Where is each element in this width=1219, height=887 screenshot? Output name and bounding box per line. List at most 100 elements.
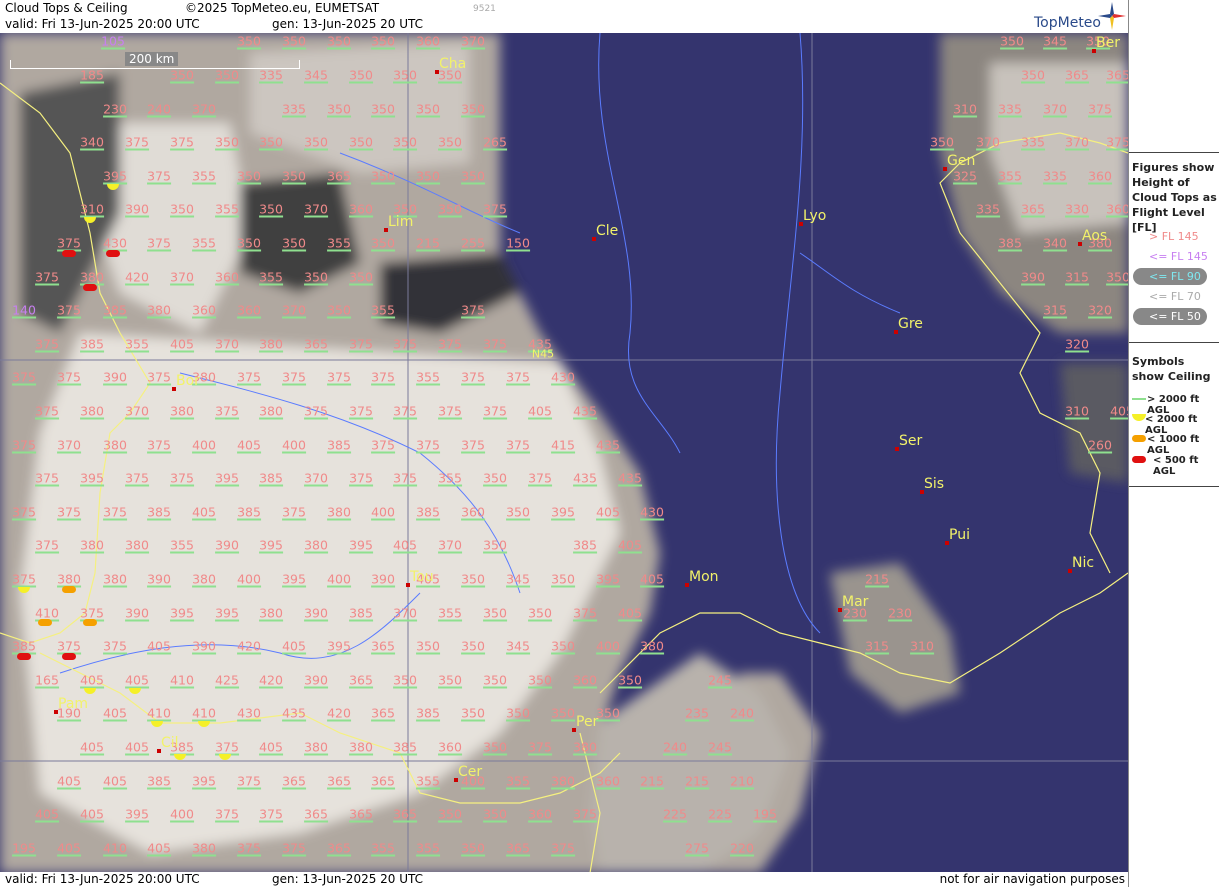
flight-level-label: 370 <box>170 269 194 286</box>
flight-level-label: 405 <box>282 638 306 655</box>
flight-level-label: 360 <box>1088 168 1112 185</box>
flight-level-label: 375 <box>35 269 59 286</box>
flight-level-label: 215 <box>685 773 709 790</box>
flight-level-label: 370 <box>304 201 328 218</box>
flight-level-label: 360 <box>528 806 552 823</box>
flight-level-label: 350 <box>327 101 351 118</box>
flight-level-label: 350 <box>438 134 462 151</box>
flight-level-label: 225 <box>663 806 687 823</box>
flight-level-label: 345 <box>304 67 328 84</box>
flight-level-label: 370 <box>215 336 239 353</box>
legend-divider <box>1129 342 1219 343</box>
flight-level-label: 405 <box>618 537 642 554</box>
ceiling-orange-icon <box>62 586 76 593</box>
footer-bar: valid: Fri 13-Jun-2025 20:00 UTC gen: 13… <box>0 872 1128 887</box>
flight-level-label: 375 <box>237 773 261 790</box>
flight-level-label: 315 <box>865 638 889 655</box>
flight-level-label: 375 <box>349 336 373 353</box>
city-label: Lyo <box>803 208 827 224</box>
flight-level-label: 435 <box>596 437 620 454</box>
flight-level-label: 365 <box>327 773 351 790</box>
city-label: Cil <box>161 735 179 751</box>
legend-level-5: <= FL 50 <box>1149 310 1201 323</box>
flight-level-label: 350 <box>461 840 485 857</box>
flight-level-label: 350 <box>282 33 306 50</box>
legend-panel: Figures show Height of Cloud Tops as Fli… <box>1128 0 1219 887</box>
flight-level-label: 310 <box>1065 403 1089 420</box>
flight-level-label: 395 <box>282 571 306 588</box>
flight-level-label: 390 <box>147 571 171 588</box>
gen-time: gen: 13-Jun-2025 20 UTC <box>272 17 424 31</box>
legend-level-4: <= FL 70 <box>1149 290 1201 303</box>
flight-level-label: 435 <box>573 470 597 487</box>
flight-level-label: 370 <box>438 537 462 554</box>
flight-level-label: 355 <box>259 269 283 286</box>
city-label: Cle <box>596 223 619 239</box>
ceiling-yellow-icon <box>151 721 163 727</box>
flight-level-label: 320 <box>1065 336 1089 353</box>
flight-level-label: 375 <box>125 134 149 151</box>
flight-level-label: 350 <box>461 168 485 185</box>
flight-level-label: 380 <box>80 403 104 420</box>
city-label: Tou <box>410 569 434 585</box>
flight-level-label: 375 <box>237 840 261 857</box>
flight-level-label: 375 <box>438 403 462 420</box>
legend-level-2: <= FL 145 <box>1149 250 1208 263</box>
flight-level-label: 105 <box>101 33 125 50</box>
flight-level-label: 355 <box>416 840 440 857</box>
flight-level-label: 410 <box>170 672 194 689</box>
flight-level-label: 375 <box>170 470 194 487</box>
footer-gen-time: gen: 13-Jun-2025 20 UTC <box>272 872 424 886</box>
flight-level-label: 375 <box>12 504 36 521</box>
flight-level-label: 380 <box>640 638 664 655</box>
flight-level-label: 360 <box>596 773 620 790</box>
flight-level-label: 380 <box>304 537 328 554</box>
ceiling-orange-icon <box>1132 435 1146 442</box>
flight-level-label: 375 <box>349 403 373 420</box>
flight-level-label: 340 <box>1043 235 1067 252</box>
flight-level-label: 375 <box>12 437 36 454</box>
city-label: Bor <box>176 373 200 389</box>
flight-level-label: 425 <box>215 672 239 689</box>
flight-level-label: 430 <box>640 504 664 521</box>
flight-level-label: 385 <box>103 302 127 319</box>
flight-level-label: 255 <box>461 235 485 252</box>
valid-time: valid: Fri 13-Jun-2025 20:00 UTC <box>5 17 200 31</box>
flight-level-label: 395 <box>192 773 216 790</box>
flight-level-label: 355 <box>416 773 440 790</box>
flight-level-label: 350 <box>282 168 306 185</box>
flight-level-label: 385 <box>416 504 440 521</box>
flight-level-label: 230 <box>103 101 127 118</box>
flight-level-label: 375 <box>215 806 239 823</box>
flight-level-label: 350 <box>528 605 552 622</box>
city-label: Pui <box>949 527 970 543</box>
flight-level-label: 435 <box>618 470 642 487</box>
legend-divider <box>1129 152 1219 153</box>
flight-level-label: 375 <box>483 201 507 218</box>
flight-level-label: 395 <box>327 638 351 655</box>
flight-level-label: 375 <box>57 302 81 319</box>
flight-level-label: 195 <box>753 806 777 823</box>
flight-level-label: 405 <box>640 571 664 588</box>
flight-level-label: 350 <box>416 638 440 655</box>
flight-level-label: 215 <box>416 235 440 252</box>
flight-level-label: 310 <box>953 101 977 118</box>
flight-level-label: 380 <box>147 302 171 319</box>
flight-level-label: 350 <box>528 672 552 689</box>
flight-level-label: 365 <box>371 705 395 722</box>
flight-level-label: 245 <box>708 672 732 689</box>
flight-level-label: 375 <box>282 840 306 857</box>
flight-level-label: 350 <box>483 672 507 689</box>
flight-level-label: 350 <box>371 101 395 118</box>
flight-level-label: 380 <box>103 437 127 454</box>
flight-level-label: 375 <box>170 134 194 151</box>
city-label: Per <box>576 714 599 730</box>
flight-level-label: 375 <box>35 403 59 420</box>
legend-symbol-3: < 1000 ft AGL <box>1147 434 1200 456</box>
flight-level-label: 380 <box>551 773 575 790</box>
flight-level-label: 360 <box>573 672 597 689</box>
ceiling-red-icon <box>62 653 76 660</box>
cloud-tops-map[interactable]: 200 km 105 350 350 350 350 360 370 350 345 350 185… <box>0 33 1128 873</box>
flight-level-label: 375 <box>57 504 81 521</box>
topmeteo-logo: TopMeteo <box>1034 15 1101 31</box>
